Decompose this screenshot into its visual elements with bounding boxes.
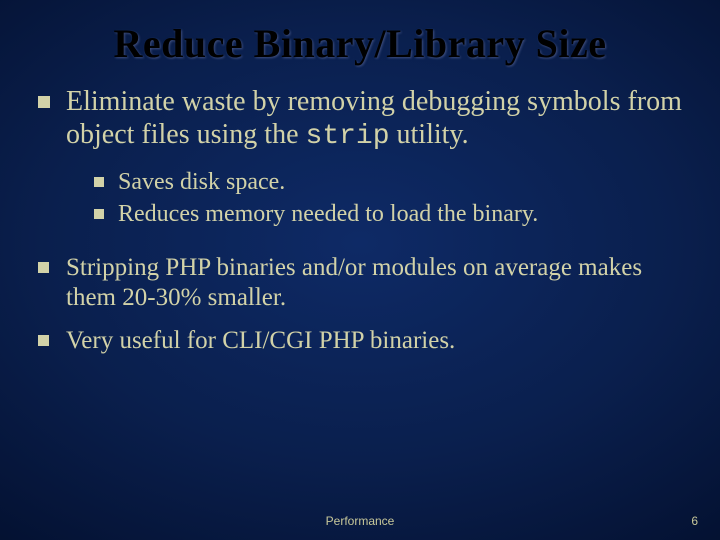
slide-title: Reduce Binary/Library Size	[0, 0, 720, 75]
bullet-2: Stripping PHP binaries and/or modules on…	[30, 253, 690, 312]
slide: Reduce Binary/Library Size Eliminate was…	[0, 0, 720, 540]
bullet-1-code: strip	[306, 121, 390, 152]
bullet-1-sub-2: Reduces memory needed to load the binary…	[88, 199, 690, 229]
bullet-1-text-post: utility.	[390, 119, 469, 150]
footer-label: Performance	[0, 514, 720, 528]
page-number: 6	[691, 514, 698, 528]
bullet-list-level1: Eliminate waste by removing debugging sy…	[30, 85, 690, 356]
bullet-1: Eliminate waste by removing debugging sy…	[30, 85, 690, 229]
bullet-1-sub-1: Saves disk space.	[88, 167, 690, 197]
bullet-3: Very useful for CLI/CGI PHP binaries.	[30, 326, 690, 356]
slide-content: Eliminate waste by removing debugging sy…	[0, 75, 720, 356]
bullet-list-level2: Saves disk space. Reduces memory needed …	[88, 167, 690, 229]
